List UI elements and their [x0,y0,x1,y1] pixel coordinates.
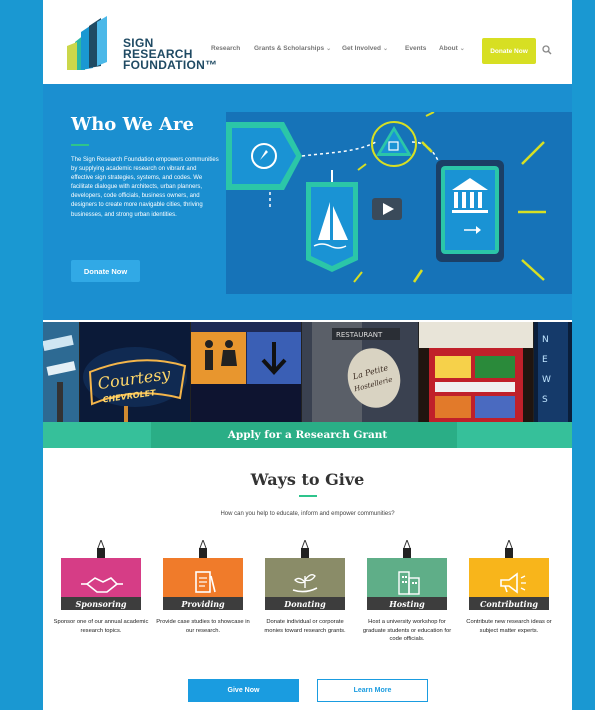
nav-research-label: Research [211,45,241,52]
give-card-desc: Host a university workshop for graduate … [362,619,452,642]
site-header: SIGN RESEARCH FOUNDATION™ Research Grant… [43,0,572,84]
nav-events[interactable]: Events [405,45,426,52]
hero-donate-button[interactable]: Donate Now [71,260,140,282]
chevrolet-neon-photo: Courtesy CHEVROLET [80,322,190,422]
give-now-button[interactable]: Give Now [188,679,299,702]
give-card-desc: Contribute new research ideas or subject… [466,619,552,634]
nav-about-label: About [439,45,458,52]
give-card-label: Contributing [469,597,549,610]
logo-mark-icon [67,16,107,70]
give-card-desc: Donate individual or corporate monies to… [264,619,346,634]
nav-get-involved-label: Get Involved [342,45,382,52]
street-sign-photo [43,322,79,422]
svg-text:E: E [542,355,548,365]
restaurant-sign-photo: RESTAURANT La Petite Hostellerie [302,322,418,422]
nav-research[interactable]: Research [211,45,240,52]
hero-divider [71,144,89,146]
learn-more-button[interactable]: Learn More [317,679,428,702]
photo-strip: Courtesy CHEVROLET RESTAURANT La Petite … [43,322,572,422]
binder-clip-icon [301,540,309,558]
nav-grants-label: Grants & Scholarships [254,45,325,52]
give-card-label: Providing [163,597,243,610]
page: SIGN RESEARCH FOUNDATION™ Research Grant… [43,0,572,710]
restaurant-text: RESTAURANT [336,331,383,339]
chevron-down-icon: ⌄ [326,46,332,52]
give-card-label: Hosting [367,597,447,610]
sailboat-sign-icon [306,170,358,272]
binder-clip-icon [97,540,105,558]
nav-events-label: Events [405,45,427,52]
logo-text: SIGN RESEARCH FOUNDATION™ [123,37,218,72]
grant-banner-label: Apply for a Research Grant [227,429,388,441]
restroom-sign-photo [191,322,301,422]
play-video-icon [372,198,402,220]
svg-text:W: W [542,375,551,385]
nav-grants[interactable]: Grants & Scholarships ⌄ [254,45,331,52]
times-square-photo [419,322,533,422]
give-card-label: Sponsoring [61,597,141,610]
hero-section: Who We Are The Sign Research Foundation … [43,84,572,320]
give-card-desc: Provide case studies to showcase in our … [156,619,250,634]
binder-clip-icon [403,540,411,558]
chevron-down-icon: ⌄ [383,46,389,52]
hero-illustration [226,112,572,294]
header-donate-button[interactable]: Donate Now [482,38,536,64]
ways-to-give-title: Ways to Give [250,470,365,489]
logo-line-3: FOUNDATION™ [123,58,218,72]
nav-get-involved[interactable]: Get Involved ⌄ [342,45,388,52]
svg-text:S: S [542,395,548,405]
logo[interactable]: SIGN RESEARCH FOUNDATION™ [61,12,217,72]
give-card-label: Donating [265,597,345,610]
ways-to-give-divider [299,495,317,497]
binder-clip-icon [199,540,207,558]
give-card-desc: Sponsor one of our annual academic resea… [53,619,149,634]
search-icon[interactable] [542,45,552,55]
ways-to-give-subtitle: How can you help to educate, inform and … [220,511,395,517]
hero-title: Who We Are [71,114,194,135]
grant-banner[interactable]: Apply for a Research Grant [43,422,572,448]
svg-text:N: N [542,335,549,345]
chevron-down-icon: ⌄ [459,46,465,52]
nav-about[interactable]: About ⌄ [439,45,465,52]
led-sign-photo: N E W S [534,322,572,422]
binder-clip-icon [505,540,513,558]
hero-body: The Sign Research Foundation empowers co… [71,157,219,218]
building-tablet-icon [436,160,504,262]
